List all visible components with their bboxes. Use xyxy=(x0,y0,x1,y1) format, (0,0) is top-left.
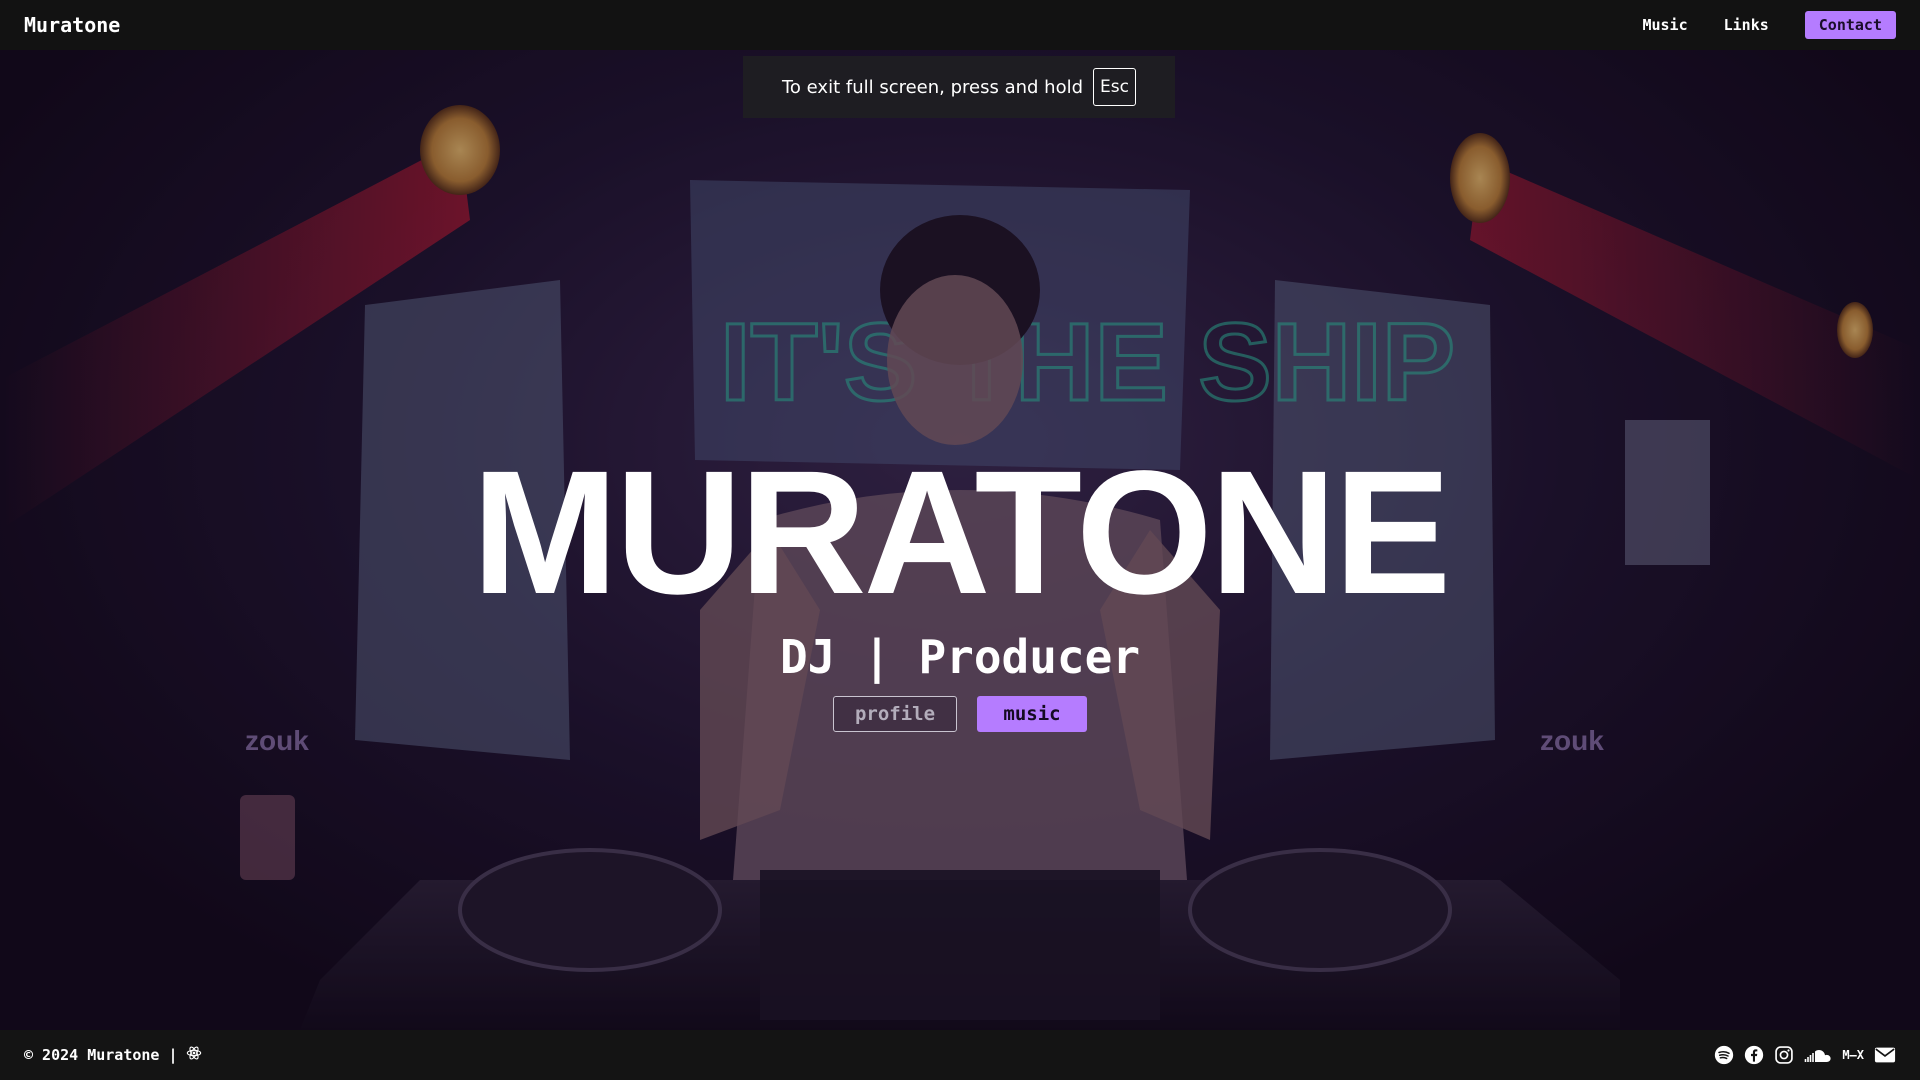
copyright-text: © 2024 Muratone | xyxy=(24,1046,178,1064)
hero-buttons: profile music xyxy=(0,696,1920,732)
top-nav-bar: Muratone Music Links Contact xyxy=(0,0,1920,50)
fullscreen-notice-message: To exit full screen, press and hold xyxy=(782,76,1084,98)
soundcloud-icon[interactable] xyxy=(1804,1045,1832,1065)
hero-section: IT'S THE SHIP zouk zouk MURATONE DJ | Pr… xyxy=(0,50,1920,1030)
profile-button[interactable]: profile xyxy=(833,696,957,732)
brand-logo[interactable]: Muratone xyxy=(24,13,120,37)
instagram-icon[interactable] xyxy=(1774,1045,1794,1065)
music-button[interactable]: music xyxy=(977,696,1087,732)
esc-key-badge: Esc xyxy=(1093,68,1136,106)
mail-icon[interactable] xyxy=(1874,1046,1896,1064)
fullscreen-exit-notice: To exit full screen, press and hold Esc xyxy=(743,56,1175,118)
site-footer: © 2024 Muratone | M–X xyxy=(0,1030,1920,1080)
spotify-icon[interactable] xyxy=(1714,1045,1734,1065)
social-icons: M–X xyxy=(1714,1045,1896,1065)
hero-subtitle: DJ | Producer xyxy=(779,630,1141,684)
footer-copyright: © 2024 Muratone | xyxy=(24,1045,202,1065)
nav-links-link[interactable]: Links xyxy=(1724,16,1769,34)
react-icon xyxy=(186,1045,202,1065)
facebook-icon[interactable] xyxy=(1744,1045,1764,1065)
nav-music-link[interactable]: Music xyxy=(1642,16,1687,34)
nav-contact-button[interactable]: Contact xyxy=(1804,11,1896,39)
hero-title: MURATONE xyxy=(471,435,1452,631)
mixcloud-icon[interactable]: M–X xyxy=(1842,1048,1864,1062)
main-nav: Music Links Contact xyxy=(1642,11,1896,39)
